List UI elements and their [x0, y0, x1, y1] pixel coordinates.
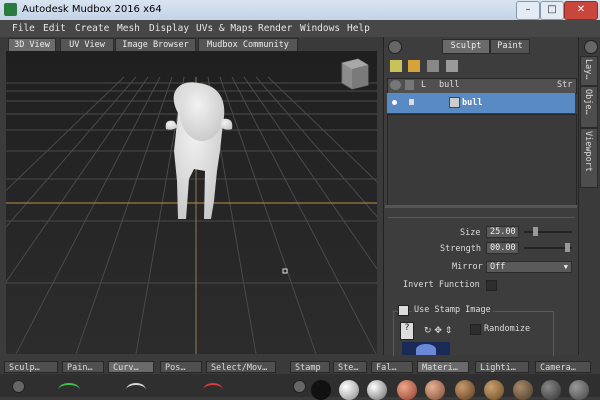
randomize-checkbox[interactable] — [470, 324, 481, 335]
tab-paint-tools[interactable]: Pain… — [62, 361, 104, 373]
maximize-button[interactable]: □ — [540, 1, 564, 20]
tab-uv-view[interactable]: UV View — [60, 38, 114, 52]
menu-file[interactable]: File — [12, 23, 35, 34]
tab-mudbox-community[interactable]: Mudbox Community — [198, 38, 298, 52]
splitter[interactable] — [385, 205, 577, 208]
merge-layer-icon[interactable] — [446, 60, 458, 72]
invert-function-checkbox[interactable] — [486, 280, 497, 291]
tab-lighting-presets[interactable]: Lighti… — [475, 361, 529, 373]
tab-stamp[interactable]: Stamp — [290, 361, 330, 373]
tab-falloff[interactable]: Fal… — [371, 361, 413, 373]
curve-tool-icon[interactable] — [126, 383, 146, 397]
lock-column-icon — [405, 80, 414, 90]
mirror-label: Mirror — [452, 262, 483, 272]
invert-function-label: Invert Function — [403, 280, 480, 290]
size-label: Size — [460, 228, 481, 238]
divider — [388, 217, 575, 218]
strength-slider-handle[interactable] — [565, 243, 570, 252]
tray-collapse-icon[interactable] — [293, 380, 306, 393]
perspective-grid — [6, 51, 377, 354]
title-bar: Autodesk Mudbox 2016 x64 – □ ✕ — [0, 0, 600, 20]
tab-image-browser[interactable]: Image Browser — [115, 38, 196, 52]
size-slider-handle[interactable] — [533, 227, 538, 236]
material-preset-icon[interactable] — [367, 380, 387, 400]
mirror-value: Off — [490, 262, 506, 272]
randomize-label: Randomize — [484, 324, 531, 334]
menu-windows[interactable]: Windows — [300, 23, 340, 34]
material-preset-icon[interactable] — [311, 380, 331, 400]
tab-3d-view[interactable]: 3D View — [8, 38, 56, 52]
strength-label: Strength — [440, 244, 481, 254]
delete-layer-icon[interactable] — [427, 60, 439, 72]
menu-display[interactable]: Display — [149, 23, 189, 34]
use-stamp-checkbox[interactable] — [398, 305, 409, 316]
menu-mesh[interactable]: Mesh — [117, 23, 140, 34]
size-slider[interactable] — [524, 231, 572, 233]
material-preset-icon[interactable] — [397, 380, 417, 400]
layer-list-header — [387, 78, 577, 94]
collapse-side-icon[interactable] — [584, 40, 598, 54]
use-stamp-label: Use Stamp Image — [412, 305, 493, 315]
menu-bar: File Edit Create Mesh Display UVs & Maps… — [0, 20, 600, 38]
new-layer-icon[interactable] — [390, 60, 402, 72]
tab-stencil[interactable]: Ste… — [333, 361, 367, 373]
tab-camera-bookmarks[interactable]: Camera… — [535, 361, 591, 373]
tab-sculpt-tools[interactable]: Sculp… — [4, 361, 58, 373]
menu-render[interactable]: Render — [258, 23, 292, 34]
material-preset-icon[interactable] — [569, 380, 589, 400]
visibility-eye-icon — [390, 80, 401, 90]
mesh-object-icon — [449, 97, 460, 108]
tab-viewport-filters[interactable]: Viewport — [580, 128, 598, 188]
material-preset-icon[interactable] — [484, 380, 504, 400]
material-preset-icon[interactable] — [541, 380, 561, 400]
curve-tool-icon[interactable] — [203, 383, 223, 397]
menu-create[interactable]: Create — [75, 23, 109, 34]
strength-field[interactable]: 00.00 — [486, 242, 519, 254]
mirror-select[interactable]: Off ▼ — [486, 261, 572, 273]
tab-curve-tools[interactable]: Curv… — [108, 361, 154, 373]
header-name: bull — [439, 80, 460, 90]
close-button[interactable]: ✕ — [564, 1, 598, 20]
tab-pose-tools[interactable]: Pos… — [160, 361, 202, 373]
layer-list-body — [387, 114, 577, 206]
tab-material-presets[interactable]: Materi… — [417, 361, 469, 373]
chevron-down-icon: ▼ — [563, 263, 568, 271]
tab-layers[interactable]: Lay… — [580, 56, 598, 86]
folder-icon[interactable] — [408, 60, 420, 72]
size-field[interactable]: 25.00 — [486, 226, 519, 238]
collapse-panel-icon[interactable] — [388, 40, 402, 54]
curve-tool-icon[interactable] — [58, 383, 80, 397]
header-strength: Str — [557, 80, 573, 90]
minimize-button[interactable]: – — [516, 1, 540, 20]
help-icon[interactable]: ? — [400, 322, 414, 340]
material-preset-icon[interactable] — [425, 380, 445, 400]
material-preset-icon[interactable] — [455, 380, 475, 400]
layer-row-name: bull — [462, 98, 483, 108]
mudbox-app-icon — [4, 3, 17, 16]
material-preset-icon[interactable] — [513, 380, 533, 400]
tab-sculpt[interactable]: Sculpt — [442, 39, 490, 54]
menu-help[interactable]: Help — [347, 23, 370, 34]
menu-uvs-maps[interactable]: UVs & Maps — [196, 23, 253, 34]
tray-collapse-icon[interactable] — [12, 380, 25, 393]
tab-select-move-tools[interactable]: Select/Mov… — [206, 361, 276, 373]
3d-viewport[interactable] — [6, 51, 377, 354]
visible-dot-icon[interactable] — [392, 100, 397, 105]
tab-paint[interactable]: Paint — [490, 39, 530, 54]
menu-edit[interactable]: Edit — [43, 23, 66, 34]
rotate-icon[interactable]: ↻ ✥ ⇕ — [424, 326, 452, 336]
stamp-thumbnail[interactable] — [402, 342, 450, 355]
lock-icon[interactable] — [409, 99, 414, 105]
header-l: L — [421, 80, 427, 90]
material-preset-icon[interactable] — [339, 380, 359, 400]
view-cube[interactable] — [341, 58, 369, 90]
window-title: Autodesk Mudbox 2016 x64 — [22, 4, 162, 15]
tab-object-list[interactable]: Obje… — [580, 86, 598, 128]
